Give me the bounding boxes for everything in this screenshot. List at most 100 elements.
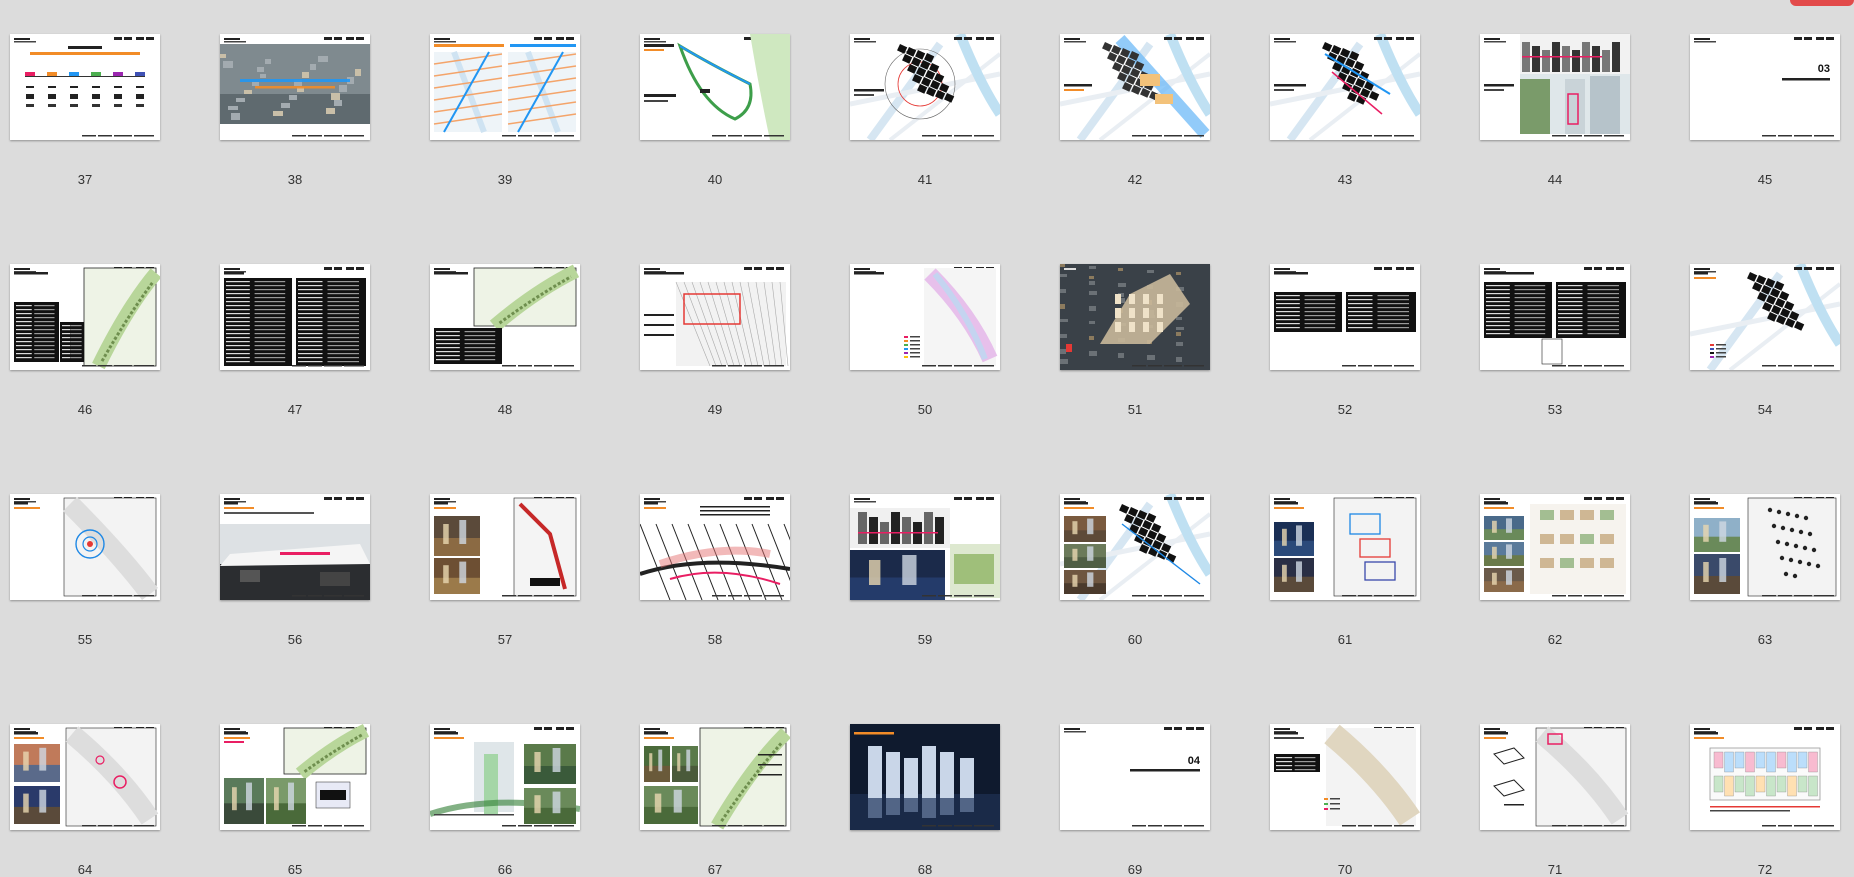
slide-number: 43 <box>1337 172 1353 187</box>
slide-preview-image: 04 <box>1064 727 1204 827</box>
slide-thumbnail-63[interactable]: 63 <box>1690 494 1840 647</box>
slide-thumbnail-67[interactable]: 67 <box>640 724 790 877</box>
slide-preview[interactable] <box>640 494 790 600</box>
slide-preview[interactable] <box>430 34 580 140</box>
slide-thumbnail-69[interactable]: 04 69 <box>1060 724 1210 877</box>
slide-thumbnail-71[interactable]: 71 <box>1480 724 1630 877</box>
slide-number: 46 <box>77 402 93 417</box>
slide-preview[interactable] <box>1060 34 1210 140</box>
slide-preview[interactable] <box>1270 264 1420 370</box>
slide-thumbnail-68[interactable]: 68 <box>850 724 1000 877</box>
slide-number: 42 <box>1127 172 1143 187</box>
slide-thumbnail-58[interactable]: 58 <box>640 494 790 647</box>
svg-text:03: 03 <box>1818 63 1830 75</box>
slide-preview-image: 03 <box>1694 37 1834 137</box>
slide-preview[interactable] <box>850 494 1000 600</box>
slide-thumbnail-40[interactable]: 40 <box>640 34 790 187</box>
slide-thumbnail-61[interactable]: 61 <box>1270 494 1420 647</box>
slide-thumbnail-44[interactable]: 44 <box>1480 34 1630 187</box>
slide-preview[interactable] <box>1690 494 1840 600</box>
slide-preview[interactable] <box>1690 264 1840 370</box>
slide-preview[interactable] <box>1270 494 1420 600</box>
slide-thumbnail-50[interactable]: 50 <box>850 264 1000 417</box>
slide-preview[interactable] <box>220 264 370 370</box>
slide-thumbnail-54[interactable]: 54 <box>1690 264 1840 417</box>
slide-preview[interactable] <box>430 494 580 600</box>
slide-thumbnail-70[interactable]: 70 <box>1270 724 1420 877</box>
slide-preview-image <box>220 497 370 600</box>
slide-thumbnail-48[interactable]: 48 <box>430 264 580 417</box>
slide-thumbnail-47[interactable]: 47 <box>220 264 370 417</box>
slide-preview[interactable] <box>640 34 790 140</box>
slide-thumbnail-55[interactable]: 55 <box>10 494 160 647</box>
slide-thumbnail-53[interactable]: 53 <box>1480 264 1630 417</box>
slide-preview[interactable] <box>850 264 1000 370</box>
slide-number: 69 <box>1127 862 1143 877</box>
slide-preview[interactable]: 03 <box>1690 34 1840 140</box>
slide-thumbnail-56[interactable]: 56 <box>220 494 370 647</box>
slide-preview[interactable] <box>850 34 1000 140</box>
slide-thumbnail-59[interactable]: 59 <box>850 494 1000 647</box>
slide-preview-image <box>1694 727 1834 827</box>
slide-thumbnail-42[interactable]: 42 <box>1060 34 1210 187</box>
slide-preview[interactable] <box>1270 724 1420 830</box>
slide-preview[interactable] <box>220 724 370 830</box>
slide-number: 54 <box>1757 402 1773 417</box>
slide-thumbnail-66[interactable]: 66 <box>430 724 580 877</box>
slide-thumbnail-49[interactable]: 49 <box>640 264 790 417</box>
slide-preview-image <box>1060 494 1210 600</box>
slide-number: 39 <box>497 172 513 187</box>
slide-number: 49 <box>707 402 723 417</box>
slide-number: 70 <box>1337 862 1353 877</box>
slide-preview[interactable]: 04 <box>1060 724 1210 830</box>
slide-preview[interactable] <box>850 724 1000 830</box>
slide-preview[interactable] <box>1060 494 1210 600</box>
slide-preview[interactable] <box>10 724 160 830</box>
slide-thumbnail-62[interactable]: 62 <box>1480 494 1630 647</box>
slide-thumbnail-37[interactable]: 37 <box>10 34 160 187</box>
slide-preview[interactable] <box>220 494 370 600</box>
slide-preview[interactable] <box>1270 34 1420 140</box>
slide-thumbnail-57[interactable]: 57 <box>430 494 580 647</box>
slide-thumbnail-64[interactable]: 64 <box>10 724 160 877</box>
slide-preview-image <box>850 497 1000 600</box>
slide-preview[interactable] <box>1480 34 1630 140</box>
window-close-corner[interactable] <box>1790 0 1854 6</box>
slide-thumbnail-45[interactable]: 03 45 <box>1690 34 1840 187</box>
slide-thumbnail-46[interactable]: 46 <box>10 264 160 417</box>
slide-thumbnail-65[interactable]: 65 <box>220 724 370 877</box>
slide-number: 56 <box>287 632 303 647</box>
slide-preview[interactable] <box>1060 264 1210 370</box>
slide-preview[interactable] <box>10 34 160 140</box>
slide-thumbnail-60[interactable]: 60 <box>1060 494 1210 647</box>
slide-number: 63 <box>1757 632 1773 647</box>
slide-preview[interactable] <box>430 264 580 370</box>
slide-number: 60 <box>1127 632 1143 647</box>
slide-number: 67 <box>707 862 723 877</box>
slide-preview[interactable] <box>640 264 790 370</box>
slide-thumbnail-41[interactable]: 41 <box>850 34 1000 187</box>
slide-number: 38 <box>287 172 303 187</box>
slide-preview[interactable] <box>1690 724 1840 830</box>
slide-thumbnail-52[interactable]: 52 <box>1270 264 1420 417</box>
slide-thumbnail-39[interactable]: 39 <box>430 34 580 187</box>
slide-thumbnail-43[interactable]: 43 <box>1270 34 1420 187</box>
slide-thumbnail-38[interactable]: 38 <box>220 34 370 187</box>
slide-preview[interactable] <box>10 264 160 370</box>
slide-preview-image <box>434 264 580 367</box>
slide-preview-image <box>224 267 366 367</box>
slide-thumbnail-72[interactable]: 72 <box>1690 724 1840 877</box>
slide-preview[interactable] <box>430 724 580 830</box>
slide-preview-image <box>850 724 1000 830</box>
slide-thumbnail-51[interactable]: 51 <box>1060 264 1210 417</box>
slide-preview[interactable] <box>1480 494 1630 600</box>
slide-number: 45 <box>1757 172 1773 187</box>
slide-number: 41 <box>917 172 933 187</box>
slide-preview[interactable] <box>10 494 160 600</box>
slide-number: 57 <box>497 632 513 647</box>
slide-preview[interactable] <box>1480 264 1630 370</box>
slide-preview[interactable] <box>640 724 790 830</box>
slide-number: 44 <box>1547 172 1563 187</box>
slide-preview[interactable] <box>1480 724 1630 830</box>
slide-preview[interactable] <box>220 34 370 140</box>
